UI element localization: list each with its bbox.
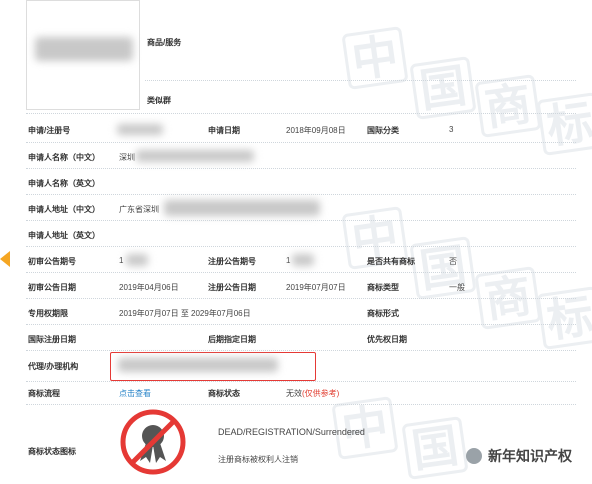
divider bbox=[26, 168, 576, 169]
intl-class-value: 3 bbox=[449, 125, 454, 134]
later-designation-label: 后期指定日期 bbox=[208, 335, 256, 344]
shared-value: 否 bbox=[449, 257, 457, 266]
brand-footer: 新年知识产权 bbox=[466, 446, 572, 466]
reg-pub-date-value: 2019年07月07日 bbox=[286, 283, 346, 292]
redacted-prelim-pub-no bbox=[126, 254, 148, 266]
wechat-icon bbox=[466, 448, 482, 464]
tm-form-label: 商标形式 bbox=[367, 309, 399, 318]
shared-label: 是否共有商标 bbox=[367, 257, 415, 266]
address-cn-label: 申请人地址（中文） bbox=[28, 205, 100, 214]
redacted-reg-no bbox=[117, 124, 163, 135]
address-en-label: 申请人地址（英文） bbox=[28, 231, 100, 240]
watermark-biao-2: 标 bbox=[536, 286, 592, 350]
trademark-image bbox=[26, 0, 140, 110]
divider bbox=[26, 246, 576, 247]
status-en-text: DEAD/REGISTRATION/Surrendered bbox=[218, 427, 365, 437]
prelim-pub-no-label: 初审公告期号 bbox=[28, 257, 76, 266]
status-label: 商标状态 bbox=[208, 389, 240, 398]
divider bbox=[145, 80, 576, 81]
priority-date-label: 优先权日期 bbox=[367, 335, 407, 344]
divider bbox=[26, 142, 576, 143]
status-note: (仅供参考) bbox=[302, 389, 340, 398]
divider bbox=[26, 298, 576, 299]
divider bbox=[26, 272, 576, 273]
intl-reg-date-label: 国际注册日期 bbox=[28, 335, 76, 344]
exclusive-period-value: 2019年07月07日 至 2029年07月06日 bbox=[119, 309, 251, 318]
applicant-cn-label: 申请人名称（中文） bbox=[28, 153, 100, 162]
brand-name: 新年知识产权 bbox=[488, 448, 572, 464]
status-cn-text: 注册商标被权利人注销 bbox=[218, 455, 298, 464]
apply-date-label: 申请日期 bbox=[208, 126, 240, 135]
exclusive-period-label: 专用权期限 bbox=[28, 309, 68, 318]
prelim-pub-no-value: 1 bbox=[119, 256, 124, 265]
redacted-trademark-name bbox=[35, 37, 133, 61]
status-value: 无效(仅供参考) bbox=[286, 388, 339, 399]
intl-class-label: 国际分类 bbox=[367, 126, 399, 135]
redacted-address-cn bbox=[164, 200, 320, 216]
dead-status-icon bbox=[120, 409, 186, 475]
reg-pub-no-label: 注册公告期号 bbox=[208, 257, 256, 266]
watermark-biao: 标 bbox=[536, 92, 592, 156]
divider bbox=[26, 220, 576, 221]
prelim-pub-date-value: 2019年04月06日 bbox=[119, 283, 179, 292]
divider bbox=[26, 324, 576, 325]
process-view-link[interactable]: 点击查看 bbox=[119, 388, 151, 399]
watermark-guo-3: 国 bbox=[401, 416, 469, 480]
collapse-arrow-icon[interactable] bbox=[0, 251, 10, 267]
divider bbox=[26, 194, 576, 195]
divider bbox=[26, 381, 576, 382]
watermark-guo: 国 bbox=[409, 56, 477, 120]
tm-type-value: 一般 bbox=[449, 283, 465, 292]
redacted-applicant-cn bbox=[136, 150, 254, 162]
divider bbox=[26, 404, 576, 405]
redacted-agent bbox=[118, 358, 278, 372]
divider bbox=[26, 350, 576, 351]
reg-no-label: 申请/注册号 bbox=[28, 126, 71, 135]
applicant-cn-value: 深圳 bbox=[119, 153, 135, 162]
tm-type-label: 商标类型 bbox=[367, 283, 399, 292]
apply-date-value: 2018年09月08日 bbox=[286, 126, 346, 135]
goods-services-label: 商品/服务 bbox=[147, 38, 182, 47]
status-icon-label: 商标状态图标 bbox=[28, 447, 76, 456]
similar-group-label: 类似群 bbox=[147, 96, 171, 105]
process-label: 商标流程 bbox=[28, 389, 60, 398]
watermark-shang: 商 bbox=[474, 74, 542, 138]
divider bbox=[26, 113, 576, 114]
applicant-en-label: 申请人名称（英文） bbox=[28, 179, 100, 188]
address-cn-value: 广东省深圳 bbox=[119, 205, 159, 214]
reg-pub-date-label: 注册公告日期 bbox=[208, 283, 256, 292]
status-value-text: 无效 bbox=[286, 389, 302, 398]
prelim-pub-date-label: 初审公告日期 bbox=[28, 283, 76, 292]
agent-label: 代理/办理机构 bbox=[28, 362, 79, 371]
redacted-reg-pub-no bbox=[292, 254, 314, 266]
reg-pub-no-value: 1 bbox=[286, 256, 291, 265]
